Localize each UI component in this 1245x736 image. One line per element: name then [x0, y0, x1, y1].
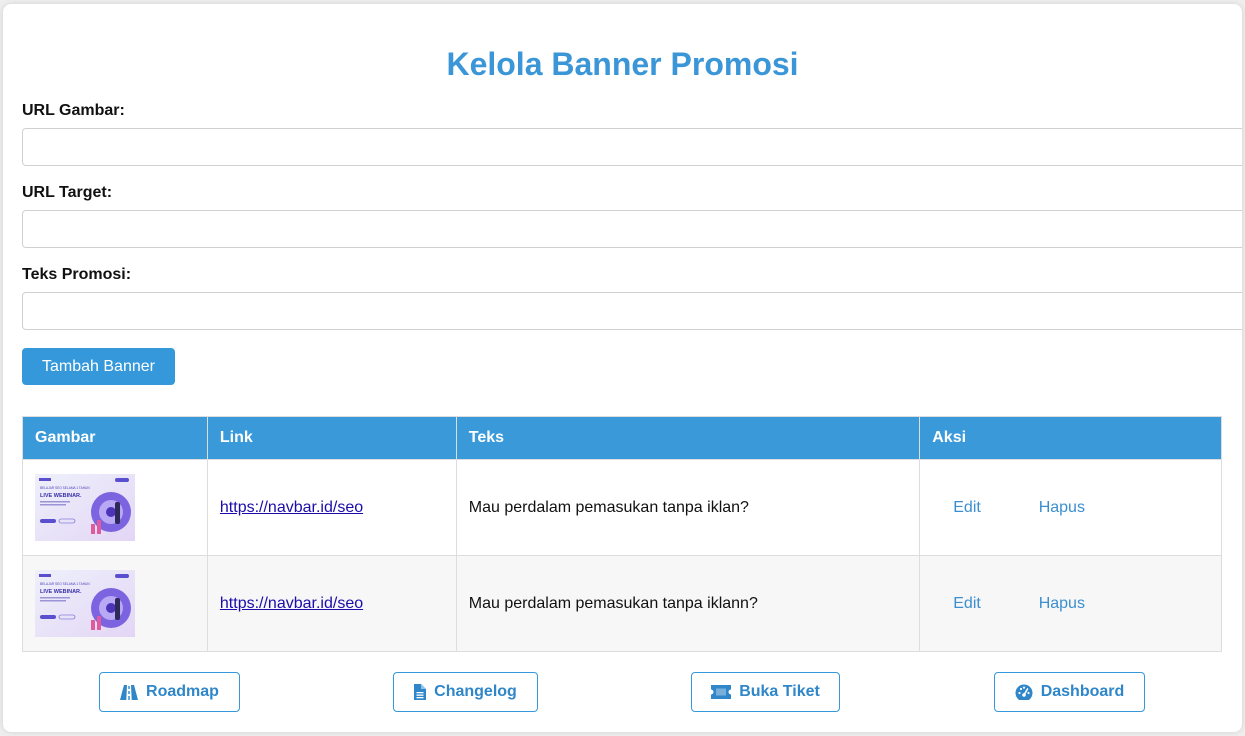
changelog-label: Changelog: [434, 683, 517, 700]
thumbnail-tagline: BELAJAR SEO SELAMA 1 TAHUN: [40, 582, 90, 586]
file-icon: [414, 684, 427, 700]
column-header-aksi: Aksi: [919, 416, 1222, 460]
banner-table: Gambar Link Teks Aksi BELAJAR SEO SELAMA…: [22, 416, 1222, 652]
banner-image-cell: BELAJAR SEO SELAMA 1 TAHUN LIVE WEBINAR.: [22, 555, 208, 652]
banner-thumbnail: BELAJAR SEO SELAMA 1 TAHUN LIVE WEBINAR.: [35, 570, 135, 637]
banner-link[interactable]: https://navbar.id/seo: [220, 595, 363, 612]
thumbnail-heading: LIVE WEBINAR.: [40, 493, 82, 499]
banner-image-cell: BELAJAR SEO SELAMA 1 TAHUN LIVE WEBINAR.: [22, 459, 208, 556]
thumbnail-heading: LIVE WEBINAR.: [40, 589, 82, 595]
url-gambar-input[interactable]: [22, 128, 1242, 166]
teks-promosi-input[interactable]: [22, 292, 1242, 330]
edit-button[interactable]: Edit: [953, 595, 1034, 613]
url-target-label: URL Target:: [22, 184, 113, 201]
dashboard-button[interactable]: Dashboard: [994, 672, 1145, 712]
column-header-gambar: Gambar: [22, 416, 208, 460]
add-banner-button[interactable]: Tambah Banner: [22, 348, 175, 385]
url-gambar-label: URL Gambar:: [22, 102, 125, 119]
teks-promosi-label: Teks Promosi:: [22, 266, 132, 283]
banner-link[interactable]: https://navbar.id/seo: [220, 499, 363, 516]
banner-text-cell: Mau perdalam pemasukan tanpa iklan?: [455, 459, 921, 556]
banner-actions-cell: Edit Hapus: [919, 555, 1222, 652]
open-ticket-label: Buka Tiket: [739, 683, 820, 700]
column-header-link: Link: [206, 416, 457, 460]
table-header-row: Gambar Link Teks Aksi: [22, 416, 1222, 460]
road-icon: [120, 684, 139, 700]
banner-actions-cell: Edit Hapus: [919, 459, 1222, 556]
banner-link-cell: https://navbar.id/seo: [206, 555, 457, 652]
edit-button[interactable]: Edit: [953, 499, 1034, 517]
table-row: BELAJAR SEO SELAMA 1 TAHUN LIVE WEBINAR.: [22, 459, 1222, 556]
table-row: BELAJAR SEO SELAMA 1 TAHUN LIVE WEBINAR.: [22, 555, 1222, 652]
dashboard-label: Dashboard: [1040, 683, 1125, 700]
changelog-button[interactable]: Changelog: [393, 672, 538, 712]
open-ticket-button[interactable]: Buka Tiket: [691, 672, 840, 712]
page-title: Kelola Banner Promosi: [446, 46, 799, 82]
banner-thumbnail: BELAJAR SEO SELAMA 1 TAHUN LIVE WEBINAR.: [35, 474, 135, 541]
delete-button[interactable]: Hapus: [1039, 499, 1085, 517]
banner-text-cell: Mau perdalam pemasukan tanpa iklann?: [455, 555, 921, 652]
column-header-teks: Teks: [455, 416, 921, 460]
banner-manager-card: Kelola Banner Promosi URL Gambar: URL Ta…: [3, 4, 1242, 732]
roadmap-label: Roadmap: [146, 683, 219, 700]
delete-button[interactable]: Hapus: [1039, 595, 1085, 613]
thumbnail-tagline: BELAJAR SEO SELAMA 1 TAHUN: [40, 486, 90, 490]
banner-link-cell: https://navbar.id/seo: [206, 459, 457, 556]
gauge-icon: [1015, 684, 1033, 700]
ticket-icon: [711, 685, 732, 699]
roadmap-button[interactable]: Roadmap: [99, 672, 240, 712]
url-target-input[interactable]: [22, 210, 1242, 248]
